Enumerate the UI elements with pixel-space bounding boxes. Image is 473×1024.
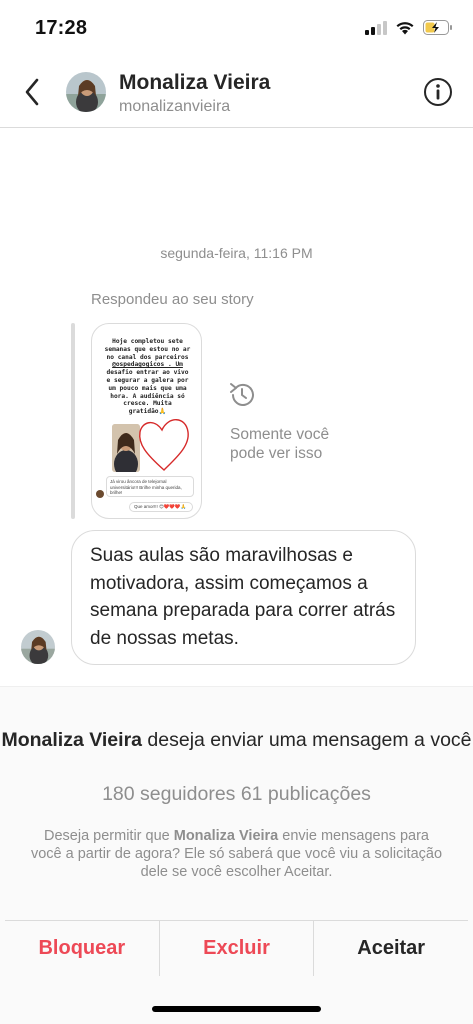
info-icon[interactable] [423,77,453,107]
cellular-signal-icon [365,20,387,35]
back-button[interactable] [18,76,46,108]
story-quote-bar [71,323,75,519]
story-reply-label: Respondeu ao seu story [91,291,254,308]
contact-name[interactable]: Monaliza Vieira [119,71,270,95]
chevron-left-icon [25,78,39,106]
sender-avatar[interactable] [21,630,55,664]
wifi-icon [396,22,414,35]
status-icons [365,20,453,35]
heart-icon [139,419,189,471]
story-preview[interactable]: Hoje completou sete semanas que estou no… [91,323,202,519]
home-indicator [152,1006,321,1012]
story-reply-pill: Que amor!!! 😍❤️❤️❤️🙏 [129,502,193,512]
message-bubble[interactable]: Suas aulas são maravilhosas e motivadora… [71,530,416,665]
chat-header: Monaliza Vieira monalizanvieira [0,56,473,128]
status-time: 17:28 [35,17,88,39]
request-description: Deseja permitir que Monaliza Vieira envi… [30,828,443,880]
only-you-notice: Somente você pode ver isso [230,426,330,462]
story-comment-avatar [96,490,104,498]
message-timestamp: segunda-feira, 11:16 PM [160,245,313,261]
request-title-name: Monaliza Vieira [1,729,142,751]
block-button[interactable]: Bloquear [5,921,159,976]
accept-button[interactable]: Aceitar [313,921,468,976]
contact-username: monalizanvieira [119,98,231,115]
story-text: Hoje completou sete semanas que estou no… [104,338,191,416]
avatar[interactable] [66,72,106,112]
request-actions: Bloquear Excluir Aceitar [5,920,468,976]
story-comment: Já virou âncora de telejornal universitá… [106,476,194,497]
request-title: Monaliza Vieira deseja enviar uma mensag… [0,728,473,753]
request-stats: 180 seguidores 61 publicações [102,783,371,805]
delete-button[interactable]: Excluir [158,921,314,976]
battery-charging-icon [423,20,452,35]
request-title-text: deseja enviar uma mensagem a você [142,729,472,751]
history-icon [230,383,254,406]
status-bar: 17:28 [0,0,473,56]
